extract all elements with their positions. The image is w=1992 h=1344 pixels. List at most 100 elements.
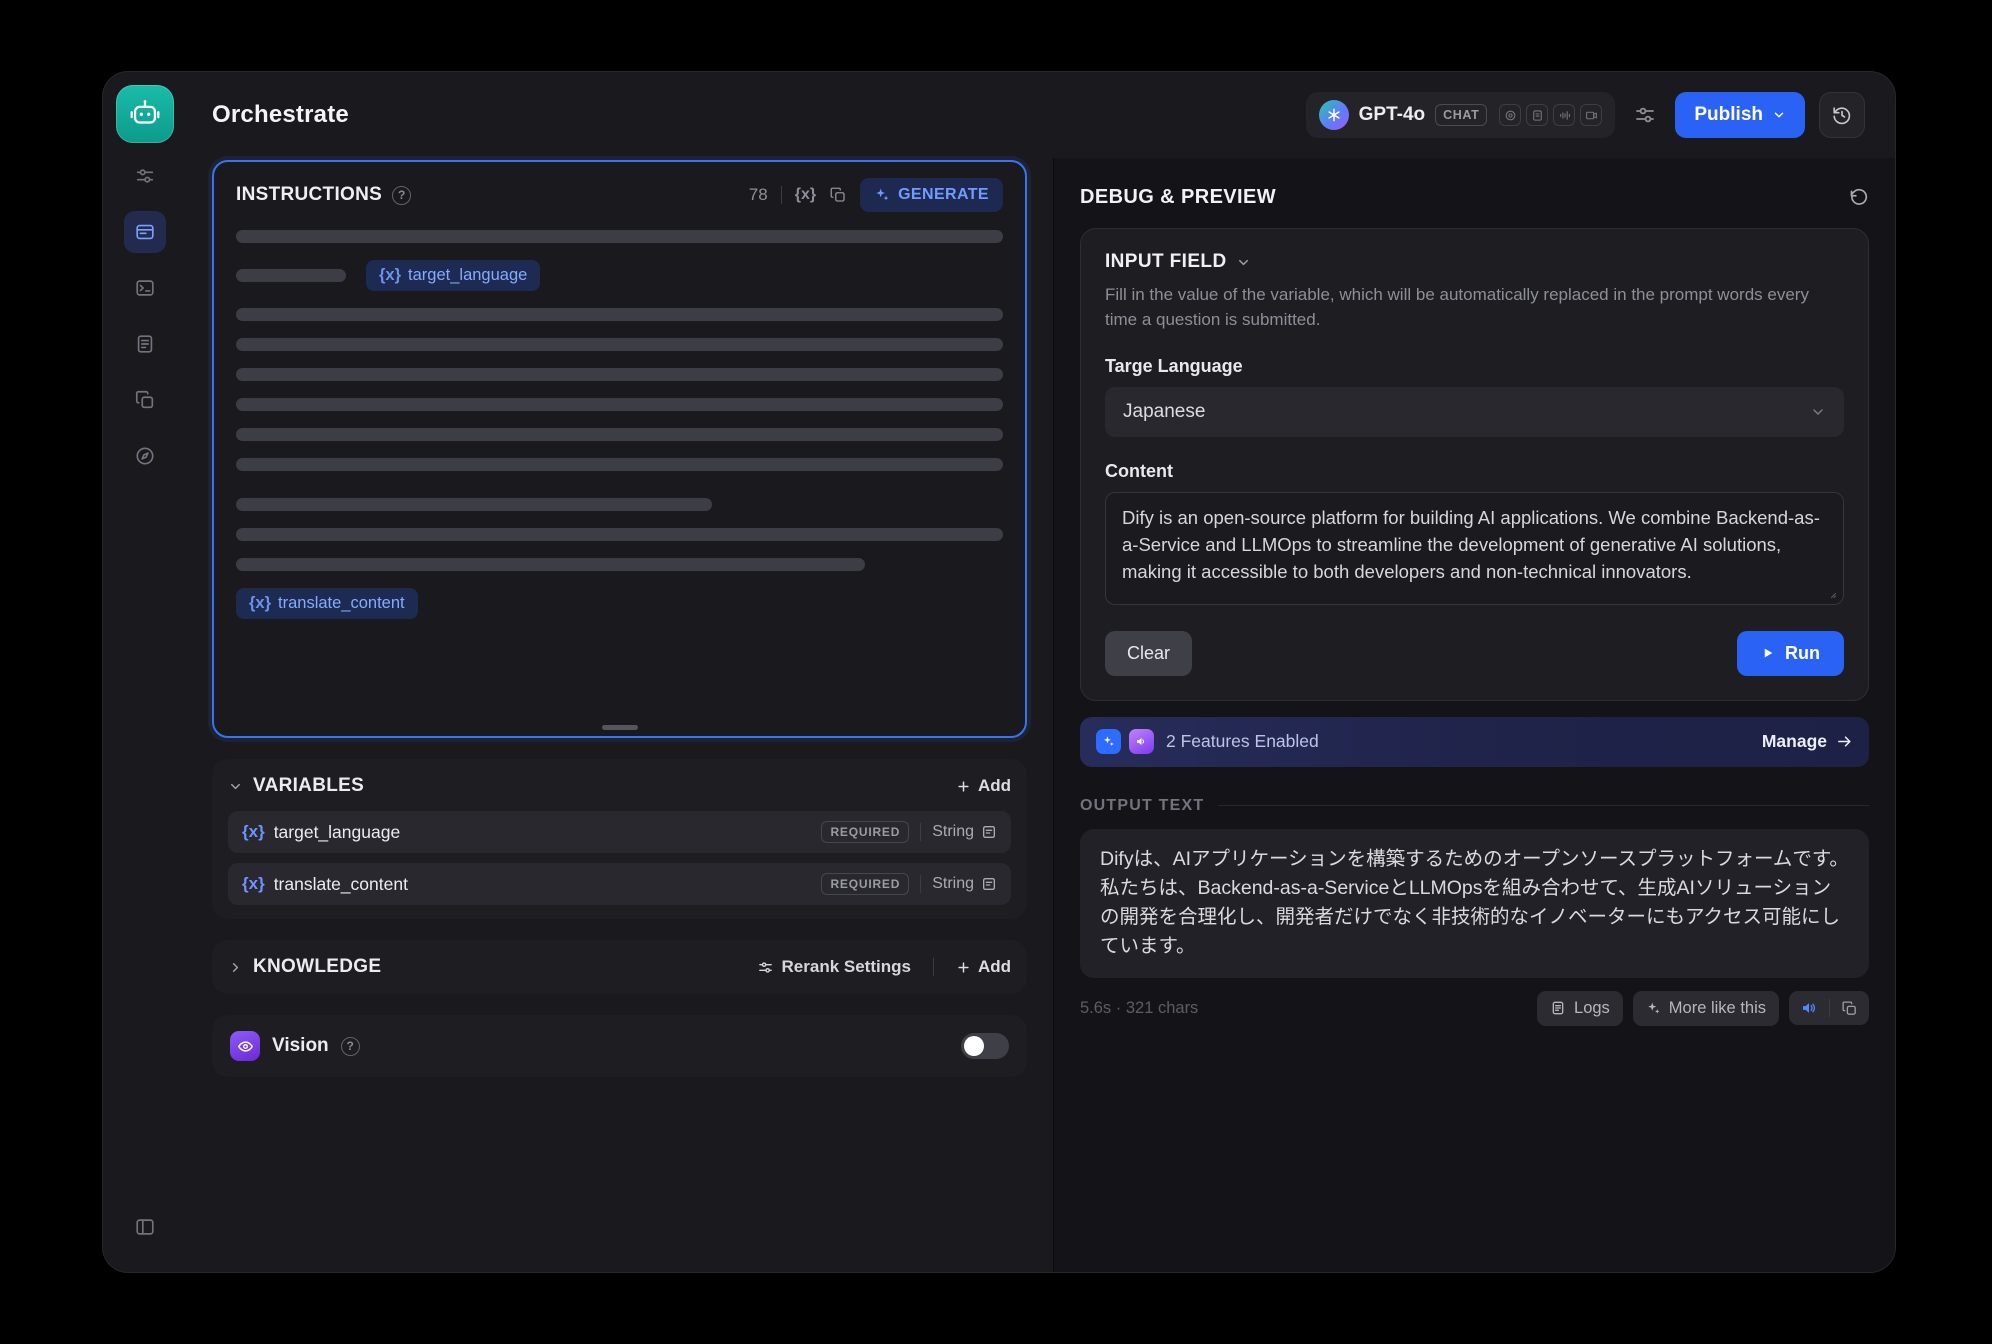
skeleton-line (236, 558, 865, 571)
audio-capability-icon (1553, 104, 1575, 126)
variable-brace-icon: {x} (249, 594, 271, 613)
insert-variable-icon[interactable]: {x} (795, 186, 816, 204)
resize-corner-icon[interactable] (1825, 587, 1837, 599)
document-lines-icon (134, 333, 156, 355)
content-textarea-value: Dify is an open-source platform for buil… (1122, 507, 1820, 582)
copy-icon (134, 389, 156, 411)
debug-title: DEBUG & PREVIEW (1080, 186, 1276, 209)
manage-features-button[interactable]: Manage (1762, 731, 1853, 752)
variable-brace-icon: {x} (242, 822, 265, 842)
variable-chip-translate-content[interactable]: {x} translate_content (236, 588, 418, 619)
variable-name: translate_content (274, 874, 408, 895)
input-field-header[interactable]: INPUT FIELD (1105, 251, 1844, 273)
debug-pane: DEBUG & PREVIEW INPUT FIELD (1053, 158, 1895, 1272)
more-like-this-label: More like this (1669, 999, 1766, 1018)
text-box-icon[interactable] (981, 876, 997, 892)
sidebar-item-tools[interactable] (124, 155, 166, 197)
terminal-icon (134, 277, 156, 299)
output-text-card: Difyは、AIアプリケーションを構築するためのオープンソースプラットフォームで… (1080, 829, 1869, 978)
vision-label: Vision (272, 1035, 329, 1057)
input-field-description: Fill in the value of the variable, which… (1105, 283, 1844, 332)
speaker-button[interactable] (1789, 991, 1829, 1025)
variables-section: VARIABLES Add {x} target_language (212, 759, 1027, 919)
variable-chip-label: translate_content (278, 594, 405, 613)
output-stats: 5.6s · 321 chars (1080, 999, 1198, 1018)
plus-icon (956, 779, 971, 794)
output-text: Difyは、AIアプリケーションを構築するためのオープンソースプラットフォームで… (1100, 848, 1849, 958)
logs-button[interactable]: Logs (1537, 991, 1623, 1026)
app-avatar[interactable] (116, 85, 174, 143)
sidebar-item-terminal[interactable] (124, 267, 166, 309)
chevron-down-icon (228, 779, 243, 794)
features-enabled-label: 2 Features Enabled (1166, 731, 1319, 752)
required-badge: REQUIRED (821, 821, 909, 843)
resize-drag-handle[interactable] (602, 725, 638, 730)
logs-label: Logs (1574, 999, 1610, 1018)
sidebar-item-logs[interactable] (124, 323, 166, 365)
divider (1218, 805, 1869, 806)
variables-title: VARIABLES (253, 775, 364, 797)
sidebar-item-monitoring[interactable] (124, 435, 166, 477)
variables-header[interactable]: VARIABLES Add (228, 763, 1011, 809)
window-layout-icon (134, 221, 156, 243)
instructions-header: INSTRUCTIONS ? 78 {x} (236, 178, 1003, 212)
text-box-icon[interactable] (981, 824, 997, 840)
sidebar-collapse-button[interactable] (124, 1206, 166, 1248)
rerank-settings-button[interactable]: Rerank Settings (757, 957, 911, 977)
add-knowledge-button[interactable]: Add (956, 957, 1011, 977)
variable-chip-target-language[interactable]: {x} target_language (366, 260, 540, 291)
language-select[interactable]: Japanese (1105, 387, 1844, 437)
generate-button[interactable]: GENERATE (860, 178, 1003, 212)
sliders-icon (134, 165, 156, 187)
help-icon[interactable]: ? (341, 1037, 360, 1056)
run-label: Run (1785, 643, 1820, 664)
variable-name: target_language (274, 822, 401, 843)
model-selector[interactable]: GPT-4o CHAT (1306, 92, 1616, 138)
generate-label: GENERATE (898, 186, 989, 204)
arrow-right-icon (1836, 733, 1853, 750)
prompt-skeleton: {x} target_language (236, 230, 1003, 619)
history-button[interactable] (1819, 92, 1865, 138)
output-footer: 5.6s · 321 chars Logs (1080, 991, 1869, 1026)
toggle-knob (964, 1036, 984, 1056)
sidebar-item-annotations[interactable] (124, 379, 166, 421)
divider (781, 186, 782, 204)
publish-button[interactable]: Publish (1675, 92, 1805, 138)
variable-type-label: String (932, 823, 974, 841)
output-text-header: OUTPUT TEXT (1080, 797, 1869, 815)
variable-brace-icon: {x} (379, 266, 401, 285)
openai-logo-icon (1319, 100, 1349, 130)
vision-toggle[interactable] (961, 1033, 1009, 1059)
main-area: Orchestrate GPT-4o CHAT (186, 72, 1895, 1272)
app-window: Orchestrate GPT-4o CHAT (102, 71, 1896, 1273)
skeleton-line (236, 308, 1003, 321)
variable-row[interactable]: {x} target_language REQUIRED String (228, 811, 1011, 853)
copy-prompt-icon[interactable] (829, 186, 847, 204)
instructions-title: INSTRUCTIONS (236, 184, 382, 206)
content-textarea[interactable]: Dify is an open-source platform for buil… (1105, 492, 1844, 604)
video-capability-icon (1580, 104, 1602, 126)
copy-output-button[interactable] (1830, 992, 1869, 1025)
page: Orchestrate GPT-4o CHAT (0, 0, 1992, 1344)
output-actions: Logs More like this (1537, 991, 1869, 1026)
add-variable-button[interactable]: Add (956, 776, 1011, 796)
reset-conversation-icon[interactable] (1848, 187, 1869, 208)
robot-icon (128, 97, 162, 131)
content-row: INSTRUCTIONS ? 78 {x} (186, 158, 1895, 1272)
help-icon[interactable]: ? (392, 186, 411, 205)
model-capabilities (1499, 104, 1602, 126)
instructions-editor[interactable]: INSTRUCTIONS ? 78 {x} (212, 160, 1027, 738)
run-button[interactable]: Run (1737, 631, 1844, 676)
rerank-sliders-icon (757, 959, 774, 976)
sidebar-item-orchestrate[interactable] (124, 211, 166, 253)
more-like-this-button[interactable]: More like this (1633, 991, 1779, 1026)
vision-capability-icon (1499, 104, 1521, 126)
clear-button[interactable]: Clear (1105, 631, 1192, 676)
variable-row[interactable]: {x} translate_content REQUIRED String (228, 863, 1011, 905)
knowledge-title: KNOWLEDGE (253, 956, 381, 978)
publish-label: Publish (1694, 104, 1763, 126)
language-select-value: Japanese (1123, 401, 1205, 423)
model-tuning-button[interactable] (1629, 103, 1661, 127)
model-name: GPT-4o (1359, 104, 1426, 126)
knowledge-header[interactable]: KNOWLEDGE Rerank Settings (228, 944, 1011, 990)
